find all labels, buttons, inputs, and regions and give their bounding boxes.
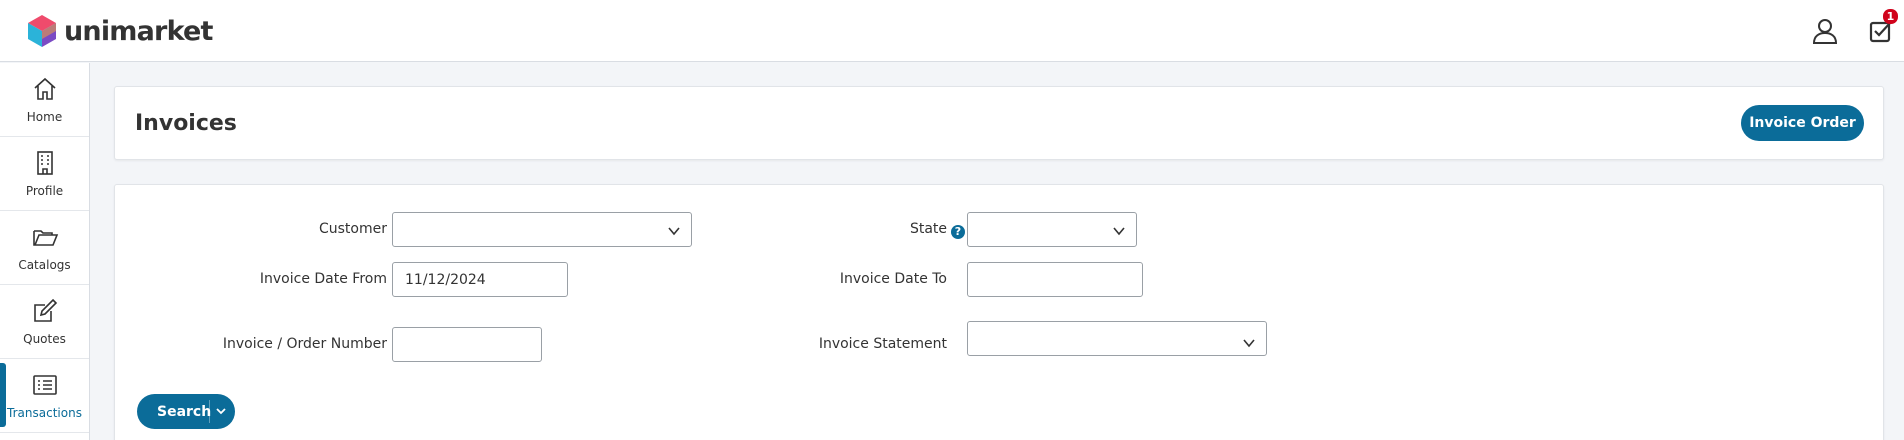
unimarket-logo[interactable]: unimarket bbox=[26, 14, 213, 48]
invoice-date-from-value: 11/12/2024 bbox=[405, 271, 486, 288]
list-icon bbox=[32, 375, 57, 395]
invoice-statement-select[interactable] bbox=[967, 321, 1267, 356]
unimarket-logo-icon bbox=[28, 15, 56, 47]
top-bar: unimarket 1 bbox=[0, 0, 1904, 62]
state-label: State? bbox=[910, 221, 965, 239]
sidebar-item-label: Catalogs bbox=[18, 258, 71, 272]
home-icon bbox=[33, 77, 56, 100]
invoice-date-to-input[interactable] bbox=[967, 262, 1143, 297]
page-header: Invoices Invoice Order bbox=[114, 86, 1884, 160]
invoice-order-number-input[interactable] bbox=[392, 327, 542, 362]
folder-icon bbox=[32, 230, 58, 246]
user-icon[interactable] bbox=[1808, 14, 1842, 48]
invoice-date-to-label: Invoice Date To bbox=[839, 271, 947, 287]
search-split-button: Search bbox=[137, 394, 235, 429]
state-label-text: State bbox=[909, 221, 947, 237]
sidebar-item-home[interactable]: Home bbox=[0, 63, 89, 137]
chevron-down-icon bbox=[1113, 227, 1125, 236]
search-divider bbox=[209, 400, 210, 423]
sidebar-item-label: Profile bbox=[25, 184, 64, 198]
chevron-down-icon bbox=[1243, 339, 1255, 348]
sidebar-item-catalogs[interactable]: Catalogs bbox=[0, 211, 89, 285]
sidebar-item-transactions[interactable]: Transactions bbox=[0, 359, 89, 433]
invoice-date-from-input[interactable]: 11/12/2024 bbox=[392, 262, 568, 297]
invoice-statement-label: Invoice Statement bbox=[818, 336, 947, 352]
edit-icon bbox=[33, 298, 57, 322]
building-icon bbox=[36, 151, 53, 175]
chevron-down-icon bbox=[668, 227, 680, 236]
chevron-down-icon[interactable] bbox=[215, 405, 227, 417]
invoice-order-number-label: Invoice / Order Number bbox=[222, 336, 387, 352]
customer-label: Customer bbox=[318, 221, 387, 237]
customer-select[interactable] bbox=[392, 212, 692, 247]
search-button[interactable]: Search bbox=[157, 404, 211, 420]
tasks-icon[interactable]: 1 bbox=[1864, 9, 1898, 48]
invoice-date-from-label: Invoice Date From bbox=[259, 271, 387, 287]
notification-badge: 1 bbox=[1883, 9, 1898, 24]
invoice-order-button[interactable]: Invoice Order bbox=[1741, 105, 1864, 141]
sidebar-item-label: Home bbox=[26, 110, 63, 124]
sidebar-item-label: Transactions bbox=[7, 406, 82, 420]
invoice-filter-panel: Customer State? Invoice Date From 11/12/… bbox=[114, 184, 1884, 440]
sidebar-item-quotes[interactable]: Quotes bbox=[0, 285, 89, 359]
logo-text: unimarket bbox=[64, 15, 213, 47]
sidebar-item-profile[interactable]: Profile bbox=[0, 137, 89, 211]
sidebar: Home Profile Catalogs Quotes Transaction… bbox=[0, 63, 90, 440]
sidebar-item-label: Quotes bbox=[23, 332, 66, 346]
page-title: Invoices bbox=[135, 111, 237, 136]
state-select[interactable] bbox=[967, 212, 1137, 247]
help-icon[interactable]: ? bbox=[951, 224, 965, 239]
